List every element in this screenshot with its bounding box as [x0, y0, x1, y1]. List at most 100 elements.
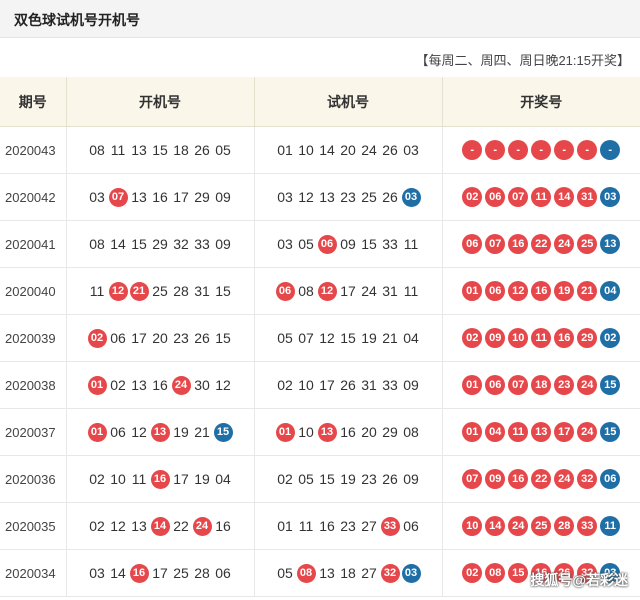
open-number-cell: 08 11 13 15 18 26 05 [66, 126, 255, 174]
red-ball: 24 [171, 375, 191, 395]
number: 23 [361, 471, 377, 487]
red-ball: - [554, 140, 575, 160]
red-ball: 11 [531, 187, 552, 207]
number: 17 [319, 377, 335, 393]
blue-ball: 04 [600, 281, 621, 301]
number: 08 [89, 236, 105, 252]
number: 14 [319, 142, 335, 158]
open-number-cell: 01 06 12 13 19 21 15 [66, 408, 255, 456]
red-ball: 13 [531, 422, 552, 442]
number: 09 [215, 236, 231, 252]
table-row: 2020042 03 07 13 16 17 29 09 03 12 13 23 25 26 03 02 06 0… [0, 173, 640, 221]
red-ball: 02 [462, 328, 483, 348]
number: 05 [298, 236, 314, 252]
red-ball: 24 [577, 375, 598, 395]
number: 11 [131, 471, 147, 487]
number: 20 [361, 424, 377, 440]
blue-ball: 02 [600, 328, 621, 348]
red-ball: 16 [508, 469, 529, 489]
number: 11 [89, 283, 105, 299]
number: 12 [110, 518, 126, 534]
number: 17 [173, 189, 189, 205]
number: 11 [403, 236, 419, 252]
period-cell: 2020039 [0, 314, 67, 362]
number: 02 [277, 471, 293, 487]
number: 12 [298, 189, 314, 205]
award-number-cell: 02 06 07 11 14 31 03 [442, 173, 640, 221]
table-header-row: 期号 开机号 试机号 开奖号 [0, 77, 640, 127]
open-number-cell: 02 10 11 16 17 19 04 [66, 455, 255, 503]
period-cell: 2020041 [0, 220, 67, 268]
red-ball: 24 [554, 234, 575, 254]
open-number-cell: 11 12 21 25 28 31 15 [66, 267, 255, 315]
red-ball: 25 [531, 516, 552, 536]
number: 12 [215, 377, 231, 393]
table-row: 2020039 02 06 17 20 23 26 15 05 07 12 15 19 21 04 02 09 1… [0, 314, 640, 362]
number: 16 [215, 518, 231, 534]
table-row: 2020036 02 10 11 16 17 19 04 02 05 15 19 23 26 09 07 09 1… [0, 455, 640, 503]
number: 03 [277, 189, 293, 205]
number: 14 [110, 236, 126, 252]
blue-ball: 15 [213, 422, 233, 442]
red-ball: 24 [192, 516, 212, 536]
blue-ball: 15 [600, 375, 621, 395]
period-cell: 2020035 [0, 502, 67, 550]
trial-number-cell: 01 10 14 20 24 26 03 [254, 126, 443, 174]
red-ball: 06 [317, 234, 337, 254]
number: 21 [194, 424, 210, 440]
number: 24 [361, 283, 377, 299]
red-ball: 11 [508, 422, 529, 442]
award-number-cell: ------- [442, 126, 640, 174]
number: 25 [173, 565, 189, 581]
number: 10 [298, 424, 314, 440]
number: 17 [340, 283, 356, 299]
red-ball: 32 [380, 563, 400, 583]
trial-number-cell: 03 05 06 09 15 33 11 [254, 220, 443, 268]
number: 29 [382, 424, 398, 440]
red-ball: 19 [554, 281, 575, 301]
red-ball: - [531, 140, 552, 160]
number: 16 [152, 377, 168, 393]
award-number-cell: 02 09 10 11 16 29 02 [442, 314, 640, 362]
trial-number-cell: 05 07 12 15 19 21 04 [254, 314, 443, 362]
number: 18 [340, 565, 356, 581]
number: 04 [403, 330, 419, 346]
schedule-note: 【每周二、周四、周日晚21:15开奖】 [415, 53, 630, 68]
red-ball: 02 [87, 328, 107, 348]
number: 29 [194, 189, 210, 205]
red-ball: 17 [554, 422, 575, 442]
number: 01 [277, 518, 293, 534]
number: 06 [403, 518, 419, 534]
number: 08 [403, 424, 419, 440]
number: 11 [298, 518, 314, 534]
red-ball: 21 [577, 281, 598, 301]
red-ball: 12 [317, 281, 337, 301]
number: 26 [382, 471, 398, 487]
red-ball: 08 [485, 563, 506, 583]
blue-ball: 03 [401, 563, 421, 583]
blue-ball: 03 [600, 187, 621, 207]
period-cell: 2020034 [0, 549, 67, 597]
trial-number-cell: 01 11 16 23 27 33 06 [254, 502, 443, 550]
award-number-cell: 07 09 16 22 24 32 06 [442, 455, 640, 503]
red-ball: 16 [531, 281, 552, 301]
red-ball: 01 [87, 422, 107, 442]
number: 31 [194, 283, 210, 299]
red-ball: 01 [275, 422, 295, 442]
number: 27 [361, 518, 377, 534]
number: 15 [152, 142, 168, 158]
red-ball: 14 [485, 516, 506, 536]
number: 33 [382, 377, 398, 393]
number: 05 [215, 142, 231, 158]
blue-ball: 11 [600, 516, 621, 536]
number: 33 [382, 236, 398, 252]
red-ball: - [462, 140, 483, 160]
red-ball: 13 [150, 422, 170, 442]
red-ball: - [577, 140, 598, 160]
number: 19 [361, 330, 377, 346]
red-ball: 31 [577, 187, 598, 207]
number: 23 [340, 189, 356, 205]
number: 31 [361, 377, 377, 393]
period-cell: 2020037 [0, 408, 67, 456]
number: 04 [215, 471, 231, 487]
